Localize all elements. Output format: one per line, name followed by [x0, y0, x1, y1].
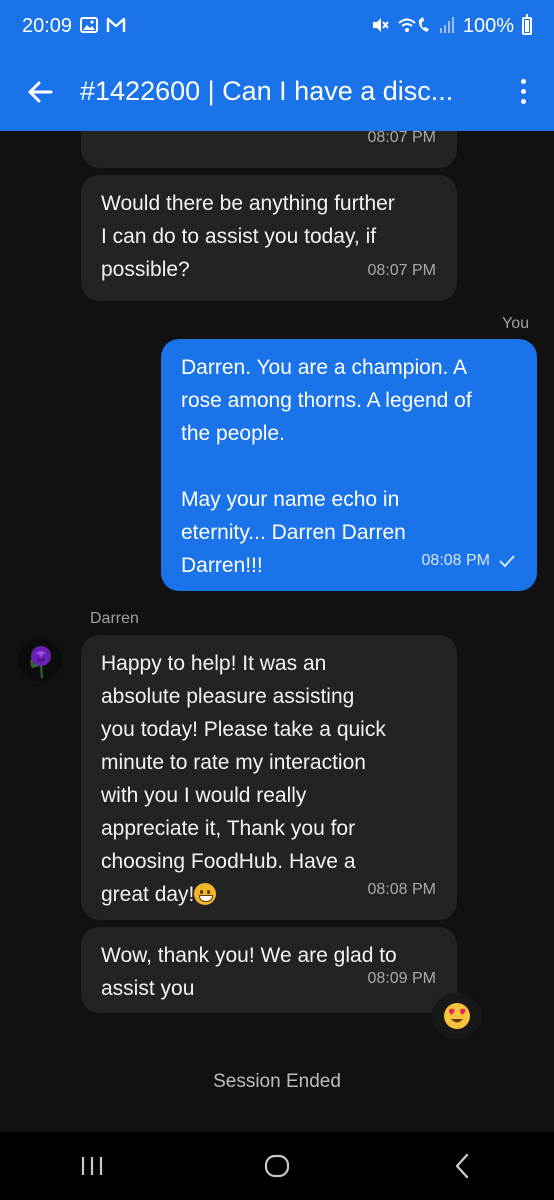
session-ended-label: Session Ended [213, 1071, 341, 1092]
message-bubble[interactable]: Would there be anything further I can do… [81, 175, 457, 301]
mute-icon [371, 16, 389, 37]
grinning-face-emoji [194, 883, 217, 905]
battery-icon [522, 14, 532, 35]
message-meta: 08:08 PM [422, 544, 516, 577]
message-bubble[interactable]: Wow, thank you! We are glad to assist yo… [81, 927, 457, 1013]
message-time: 08:08 PM [421, 552, 490, 569]
check-icon [499, 554, 515, 567]
signal-icon [439, 16, 455, 37]
battery-percent: 100% [462, 14, 514, 37]
app-header: 20:09 100% #1422600 | Can I have a disc.… [0, 0, 554, 131]
chat-area[interactable]: 08:07 PM Would there be anything further… [0, 131, 554, 1132]
sender-name: Darren [90, 610, 139, 627]
recents-button[interactable] [32, 1136, 152, 1196]
navigation-bar [0, 1132, 554, 1200]
home-button[interactable] [217, 1136, 337, 1196]
app-bar: #1422600 | Can I have a disc... [0, 52, 554, 131]
home-icon [264, 1154, 290, 1178]
status-bar: 20:09 100% [0, 0, 554, 52]
image-icon [80, 16, 99, 36]
wifi-call-icon [397, 16, 431, 37]
back-arrow-icon [28, 81, 53, 102]
gmail-icon [106, 17, 126, 36]
conversation-title: #1422600 | Can I have a disc... [80, 76, 454, 106]
sender-label-you: You [502, 315, 529, 332]
agent-avatar [18, 638, 62, 682]
nav-back-button[interactable] [402, 1136, 522, 1196]
message-text: Happy to help! It was an absolute pleasu… [101, 652, 386, 906]
my-message-bubble[interactable]: Darren. You are a champion. A rose among… [161, 339, 537, 591]
message-bubble[interactable]: 08:07 PM [81, 131, 457, 168]
message-time: 08:07 PM [367, 131, 436, 146]
message-time: 08:09 PM [367, 970, 436, 987]
back-icon [455, 1153, 468, 1179]
rose-icon [18, 638, 62, 682]
message-reaction[interactable] [432, 993, 482, 1039]
heart-eyes-emoji [444, 1003, 470, 1029]
message-time: 08:07 PM [367, 262, 436, 279]
recents-icon [82, 1157, 103, 1175]
status-time: 20:09 [22, 14, 73, 37]
more-vert-icon [520, 79, 526, 104]
back-button[interactable] [0, 52, 80, 131]
message-bubble[interactable]: Happy to help! It was an absolute pleasu… [81, 635, 457, 920]
message-time: 08:08 PM [367, 881, 436, 898]
more-options-button[interactable] [492, 52, 554, 131]
